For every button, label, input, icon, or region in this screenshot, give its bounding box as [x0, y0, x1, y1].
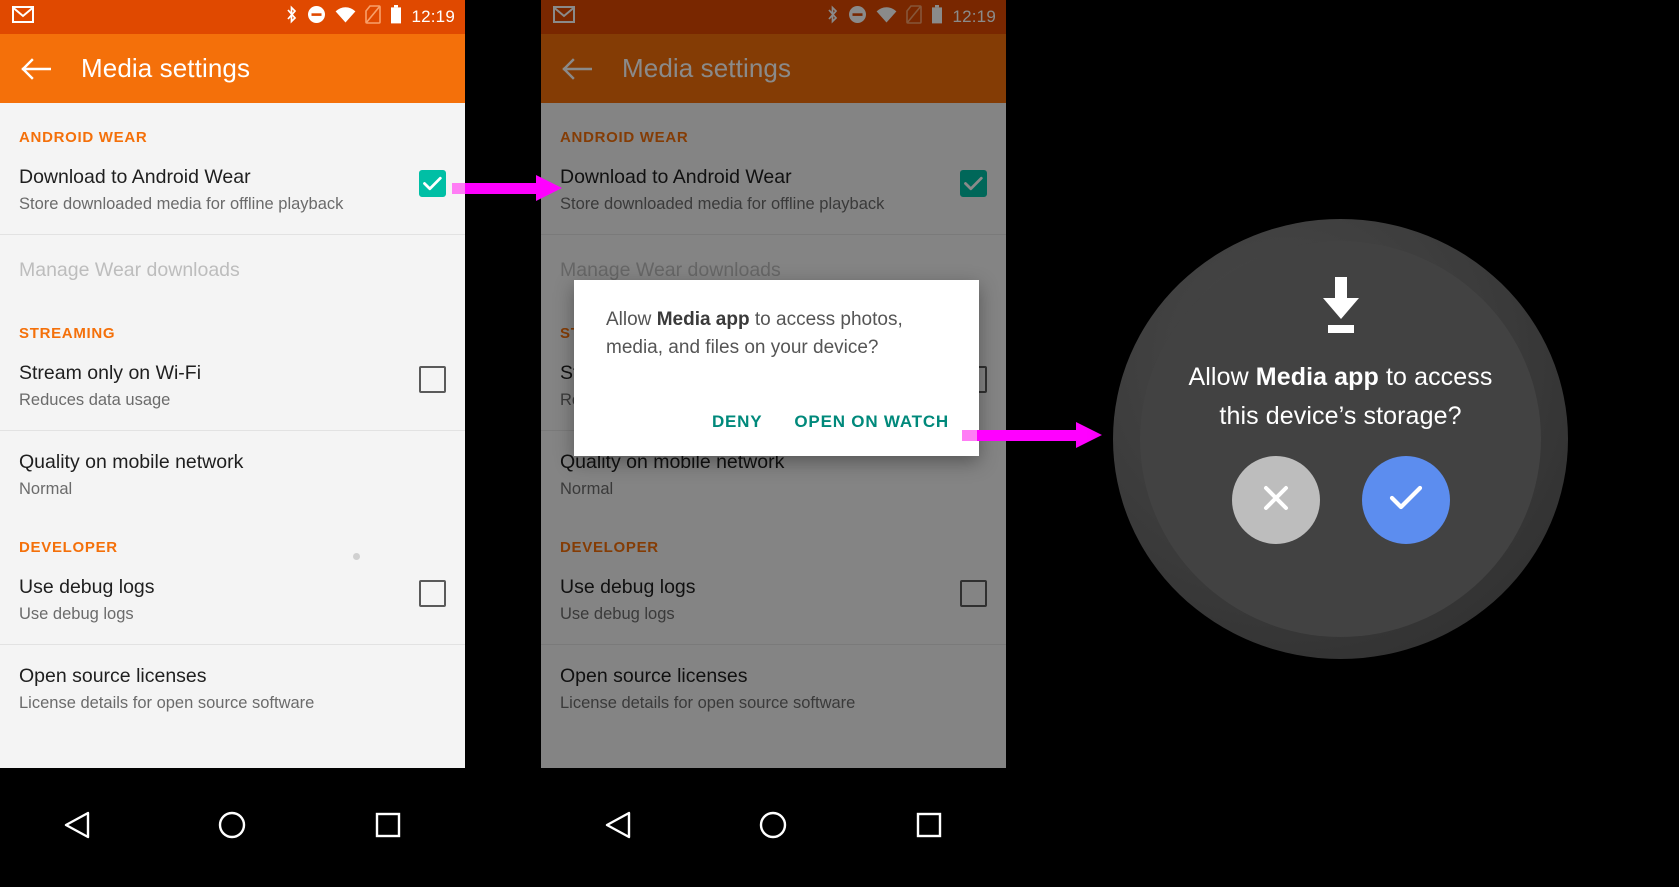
row-title: Use debug logs	[19, 576, 155, 598]
section-header-developer: DEVELOPER	[560, 539, 659, 556]
nav-group-left	[0, 768, 465, 887]
row-title: Manage Wear downloads	[19, 259, 240, 281]
row-title: Download to Android Wear	[560, 166, 792, 188]
permission-dialog: Allow Media app to access photos, media,…	[574, 280, 979, 456]
android-navigation-bar	[0, 768, 1679, 887]
download-icon	[1319, 277, 1363, 340]
gmail-icon	[12, 6, 34, 28]
open-on-watch-button[interactable]: OPEN ON WATCH	[792, 408, 951, 436]
page-title: Media settings	[81, 53, 251, 83]
dialog-msg-prefix: Allow	[606, 309, 657, 330]
watch-msg-prefix: Allow	[1188, 363, 1256, 391]
row-title: Use debug logs	[560, 576, 696, 598]
row-subtitle: License details for open source software	[560, 694, 856, 712]
row-subtitle: Reduces data usage	[19, 391, 171, 409]
status-bar-clock: 12:19	[952, 7, 996, 26]
bluetooth-icon	[285, 5, 298, 29]
watch-action-buttons	[1231, 456, 1450, 544]
checkbox-stream-only-wifi[interactable]	[419, 366, 446, 393]
list-item[interactable]: Quality on mobile network Normal	[0, 431, 465, 519]
nav-back-triangle-icon[interactable]	[64, 811, 90, 844]
watch-msg-app-name: Media app	[1255, 363, 1379, 391]
list-item: Manage Wear downloads	[0, 235, 465, 305]
battery-icon	[931, 5, 943, 29]
row-subtitle: Normal	[560, 480, 614, 498]
section-header-android-wear: ANDROID WEAR	[19, 129, 148, 146]
back-arrow-icon[interactable]	[19, 52, 53, 86]
list-item[interactable]: Use debug logs Use debug logs	[0, 556, 465, 644]
row-title: Download to Android Wear	[19, 166, 251, 188]
permission-dialog-actions: DENY OPEN ON WATCH	[606, 362, 955, 456]
row-title: Quality on mobile network	[19, 451, 244, 473]
nav-home-circle-icon[interactable]	[218, 811, 246, 844]
do-not-disturb-icon	[307, 5, 326, 29]
row-subtitle: Use debug logs	[560, 605, 675, 623]
dialog-msg-app-name: Media app	[656, 309, 750, 330]
no-sim-icon	[365, 5, 382, 29]
row-subtitle: Use debug logs	[19, 605, 134, 623]
no-sim-icon	[906, 5, 923, 29]
list-item[interactable]: Open source licenses License details for…	[0, 645, 465, 733]
watch-deny-button[interactable]	[1231, 456, 1320, 544]
arrow-dialog-to-watch	[962, 422, 1104, 448]
check-icon	[1389, 484, 1423, 517]
status-bar-clock: 12:19	[411, 7, 455, 26]
list-item[interactable]: Open source licenses License details for…	[541, 645, 1006, 733]
permission-dialog-message: Allow Media app to access photos, media,…	[606, 306, 955, 362]
nav-home-circle-icon[interactable]	[759, 811, 787, 844]
list-item[interactable]: Stream only on Wi-Fi Reduces data usage	[0, 342, 465, 430]
status-bar-left: 12:19	[0, 0, 465, 34]
phone-panel-left: 12:19 Media settings ANDROID WEAR Downlo…	[0, 0, 465, 887]
list-item[interactable]: Download to Android Wear Store downloade…	[541, 146, 1006, 234]
row-subtitle: Store downloaded media for offline playb…	[560, 195, 885, 213]
watch-allow-button[interactable]	[1361, 456, 1450, 544]
watch-permission-message: Allow Media app to access this device’s …	[1176, 358, 1506, 436]
nav-group-middle	[541, 768, 1006, 887]
phone-panel-middle: 12:19 Media settings ANDROID WEAR Downlo…	[541, 0, 1006, 887]
checkbox-use-debug-logs[interactable]	[960, 580, 987, 607]
settings-list-left: ANDROID WEAR Download to Android Wear St…	[0, 103, 465, 768]
back-arrow-icon[interactable]	[560, 52, 594, 86]
row-subtitle: Store downloaded media for offline playb…	[19, 195, 344, 213]
watch-face: Allow Media app to access this device’s …	[1140, 241, 1541, 637]
app-bar-left: Media settings	[0, 34, 465, 103]
checkbox-use-debug-logs[interactable]	[419, 580, 446, 607]
nav-back-triangle-icon[interactable]	[605, 811, 631, 844]
row-title: Stream only on Wi-Fi	[19, 362, 202, 384]
row-subtitle: License details for open source software	[19, 694, 315, 712]
nav-recents-square-icon[interactable]	[916, 812, 942, 843]
bluetooth-icon	[826, 5, 839, 29]
checkbox-download-to-wear[interactable]	[960, 170, 987, 197]
app-bar-middle: Media settings	[541, 34, 1006, 103]
checkbox-download-to-wear[interactable]	[419, 170, 446, 197]
battery-icon	[390, 5, 402, 29]
deny-button[interactable]: DENY	[710, 408, 764, 436]
close-icon	[1261, 483, 1291, 518]
row-title: Open source licenses	[19, 665, 207, 687]
screenshot-stage: 12:19 Media settings ANDROID WEAR Downlo…	[0, 0, 1679, 887]
section-header-developer: DEVELOPER	[19, 539, 118, 556]
section-header-streaming: STREAMING	[19, 325, 116, 342]
page-title: Media settings	[622, 53, 792, 83]
do-not-disturb-icon	[848, 5, 867, 29]
wifi-icon	[876, 6, 897, 28]
list-item[interactable]: Download to Android Wear Store downloade…	[0, 146, 465, 234]
row-subtitle: Normal	[19, 480, 73, 498]
list-item[interactable]: Use debug logs Use debug logs	[541, 556, 1006, 644]
arrow-phone-to-dialog	[452, 175, 564, 201]
status-bar-middle: 12:19	[541, 0, 1006, 34]
nav-recents-square-icon[interactable]	[375, 812, 401, 843]
smartwatch: Allow Media app to access this device’s …	[1113, 219, 1568, 659]
gmail-icon	[553, 6, 575, 28]
row-title: Open source licenses	[560, 665, 748, 687]
wifi-icon	[335, 6, 356, 28]
section-header-android-wear: ANDROID WEAR	[560, 129, 689, 146]
